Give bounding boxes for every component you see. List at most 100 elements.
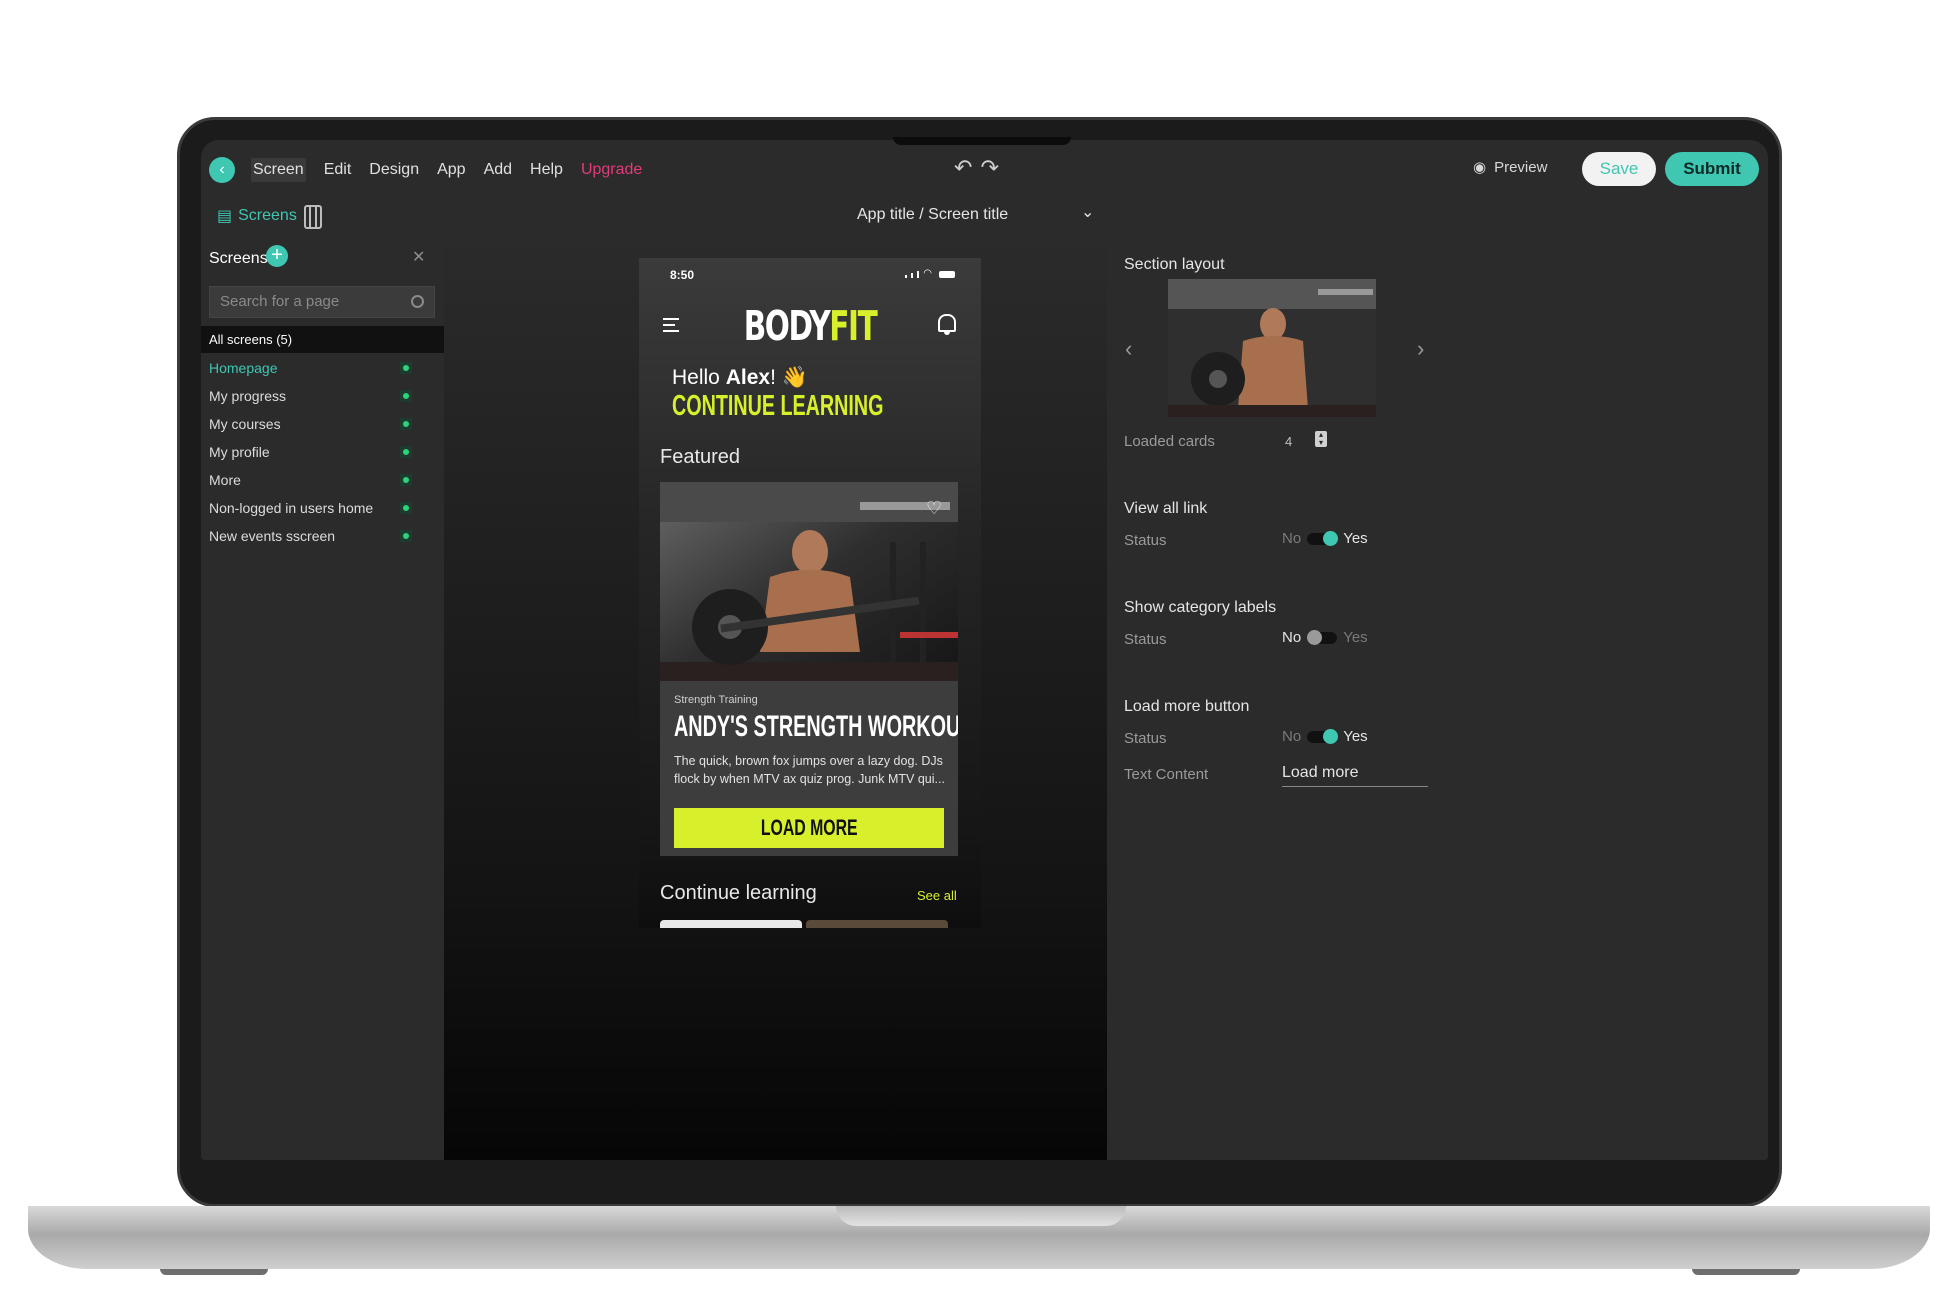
redo-icon[interactable]: ↷ bbox=[980, 155, 1006, 180]
device-icon[interactable] bbox=[304, 205, 322, 229]
toggle-no-label: No bbox=[1282, 629, 1302, 646]
laptop-groove bbox=[836, 1206, 1126, 1226]
stepper-icon[interactable]: ▴ ▾ bbox=[1315, 431, 1327, 447]
main-menu: Screen Edit Design App Add Help Upgrade bbox=[251, 158, 660, 182]
battery-icon bbox=[939, 271, 955, 278]
menu-help[interactable]: Help bbox=[530, 158, 563, 182]
toggle-switch[interactable] bbox=[1307, 530, 1339, 546]
sidebar-item-label: My courses bbox=[209, 416, 281, 432]
app-screen: ‹ Screen Edit Design App Add Help Upgrad… bbox=[201, 140, 1768, 1160]
text-content-input[interactable]: Load more bbox=[1282, 764, 1428, 787]
sidebar-item-my-progress[interactable]: My progress bbox=[201, 382, 444, 410]
laptop-foot-left bbox=[160, 1269, 268, 1275]
course-thumb[interactable] bbox=[660, 920, 802, 928]
app-logo: BODYFIT bbox=[743, 302, 878, 350]
category-labels-toggle[interactable]: No Yes bbox=[1282, 629, 1368, 646]
sidebar-item-non-logged-home[interactable]: Non-logged in users home bbox=[201, 494, 444, 522]
search-icon bbox=[411, 295, 424, 308]
loaded-cards-input[interactable]: 4 bbox=[1285, 434, 1292, 449]
undo-icon[interactable]: ↶ bbox=[954, 155, 980, 180]
sidebar-item-label: More bbox=[209, 472, 241, 488]
sidebar-item-label: My progress bbox=[209, 388, 287, 404]
submit-button[interactable]: Submit bbox=[1665, 152, 1759, 186]
sidebar-item-my-profile[interactable]: My profile bbox=[201, 438, 444, 466]
tab-screens-label: Screens bbox=[238, 207, 297, 224]
status-label: Status bbox=[1124, 532, 1167, 549]
signal-icon bbox=[905, 275, 908, 278]
chevron-right-icon[interactable]: › bbox=[1417, 336, 1424, 362]
search-placeholder: Search for a page bbox=[220, 293, 340, 310]
continue-learning-heading: CONTINUE LEARNING bbox=[672, 390, 884, 422]
hamburger-icon[interactable] bbox=[663, 318, 679, 336]
sidebar-title: Screens bbox=[209, 250, 268, 267]
toggle-switch[interactable] bbox=[1307, 728, 1339, 744]
load-more-button[interactable]: LOAD MORE bbox=[674, 808, 944, 848]
design-canvas: 8:50 ◠ BODYFIT Hello Alex! 👋 CONTINUE LE… bbox=[444, 234, 1107, 1160]
sidebar-item-new-events[interactable]: New events sscreen bbox=[201, 522, 444, 550]
add-screen-button[interactable]: + bbox=[266, 245, 288, 267]
view-all-link-heading: View all link bbox=[1124, 500, 1208, 517]
show-category-labels-heading: Show category labels bbox=[1124, 599, 1277, 616]
greeting: Hello Alex! 👋 bbox=[672, 366, 808, 389]
screen-selector[interactable]: App title / Screen title bbox=[857, 206, 1008, 224]
save-button[interactable]: Save bbox=[1582, 152, 1656, 186]
close-icon[interactable]: ✕ bbox=[412, 247, 425, 267]
layout-thumbnail[interactable] bbox=[1168, 279, 1376, 417]
phone-preview: 8:50 ◠ BODYFIT Hello Alex! 👋 CONTINUE LE… bbox=[639, 258, 981, 928]
sidebar-item-homepage[interactable]: Homepage bbox=[201, 354, 444, 382]
menu-screen[interactable]: Screen bbox=[251, 158, 306, 182]
heart-icon[interactable]: ♡ bbox=[926, 498, 942, 519]
menu-upgrade[interactable]: Upgrade bbox=[581, 158, 642, 182]
laptop-foot-right bbox=[1692, 1269, 1800, 1275]
chevron-down-icon[interactable]: ⌄ bbox=[1081, 202, 1094, 222]
sidebar-item-my-courses[interactable]: My courses bbox=[201, 410, 444, 438]
signal-icon bbox=[911, 273, 914, 278]
card-description: The quick, brown fox jumps over a lazy d… bbox=[674, 754, 945, 786]
featured-label: Featured bbox=[660, 446, 741, 468]
screens-list: Homepage My progress My courses My profi… bbox=[201, 354, 444, 550]
course-thumb[interactable] bbox=[806, 920, 948, 928]
toggle-yes-label: Yes bbox=[1343, 530, 1368, 547]
eye-icon: ◉ bbox=[1473, 159, 1487, 176]
continue-learning-label: Continue learning bbox=[660, 882, 817, 904]
loaded-cards-label: Loaded cards bbox=[1124, 433, 1215, 450]
menu-edit[interactable]: Edit bbox=[324, 158, 352, 182]
status-dot bbox=[400, 530, 412, 542]
card-title: ANDY'S STRENGTH WORKOUT bbox=[674, 710, 958, 743]
sidebar-item-label: My profile bbox=[209, 444, 270, 460]
menubar: ‹ Screen Edit Design App Add Help Upgrad… bbox=[201, 140, 1768, 198]
status-dot bbox=[400, 446, 412, 458]
view-all-toggle[interactable]: No Yes bbox=[1282, 530, 1368, 547]
menu-design[interactable]: Design bbox=[369, 158, 419, 182]
back-button[interactable]: ‹ bbox=[209, 157, 235, 183]
camera-notch bbox=[893, 137, 1071, 145]
search-input[interactable]: Search for a page bbox=[209, 286, 435, 318]
menu-add[interactable]: Add bbox=[484, 158, 512, 182]
tab-screens[interactable]: ▤ Screens bbox=[217, 206, 297, 226]
load-more-toggle[interactable]: No Yes bbox=[1282, 728, 1368, 745]
toggle-yes-label: Yes bbox=[1343, 728, 1368, 745]
chevron-left-icon[interactable]: ‹ bbox=[1125, 336, 1132, 362]
toggle-switch[interactable] bbox=[1307, 629, 1338, 645]
sidebar-item-label: Homepage bbox=[209, 360, 278, 376]
featured-card[interactable]: ♡ Strength Training ANDY'S STRENGTH WORK… bbox=[660, 482, 958, 856]
properties-panel: Section layout ‹ › Loaded cards 4 ▴ ▾ Vie… bbox=[1107, 234, 1768, 1160]
menu-app[interactable]: App bbox=[437, 158, 465, 182]
secondary-toolbar: ▤ Screens App title / Screen title ⌄ bbox=[201, 198, 1768, 234]
preview-button[interactable]: ◉ Preview bbox=[1473, 158, 1547, 177]
signal-icon bbox=[917, 271, 920, 278]
all-screens-header[interactable]: All screens (5) bbox=[201, 326, 444, 353]
sidebar-item-label: Non-logged in users home bbox=[209, 500, 374, 516]
bell-icon[interactable] bbox=[938, 314, 956, 335]
section-layout-heading: Section layout bbox=[1124, 256, 1225, 273]
toggle-no-label: No bbox=[1282, 728, 1302, 745]
status-dot bbox=[400, 502, 412, 514]
see-all-link[interactable]: See all bbox=[917, 888, 957, 903]
wifi-icon: ◠ bbox=[923, 268, 932, 279]
undo-redo-group: ↶↷ bbox=[954, 155, 1007, 181]
sidebar-item-more[interactable]: More bbox=[201, 466, 444, 494]
status-label: Status bbox=[1124, 631, 1167, 648]
toggle-no-label: No bbox=[1282, 530, 1302, 547]
card-category: Strength Training bbox=[674, 694, 758, 706]
status-label: Status bbox=[1124, 730, 1167, 747]
